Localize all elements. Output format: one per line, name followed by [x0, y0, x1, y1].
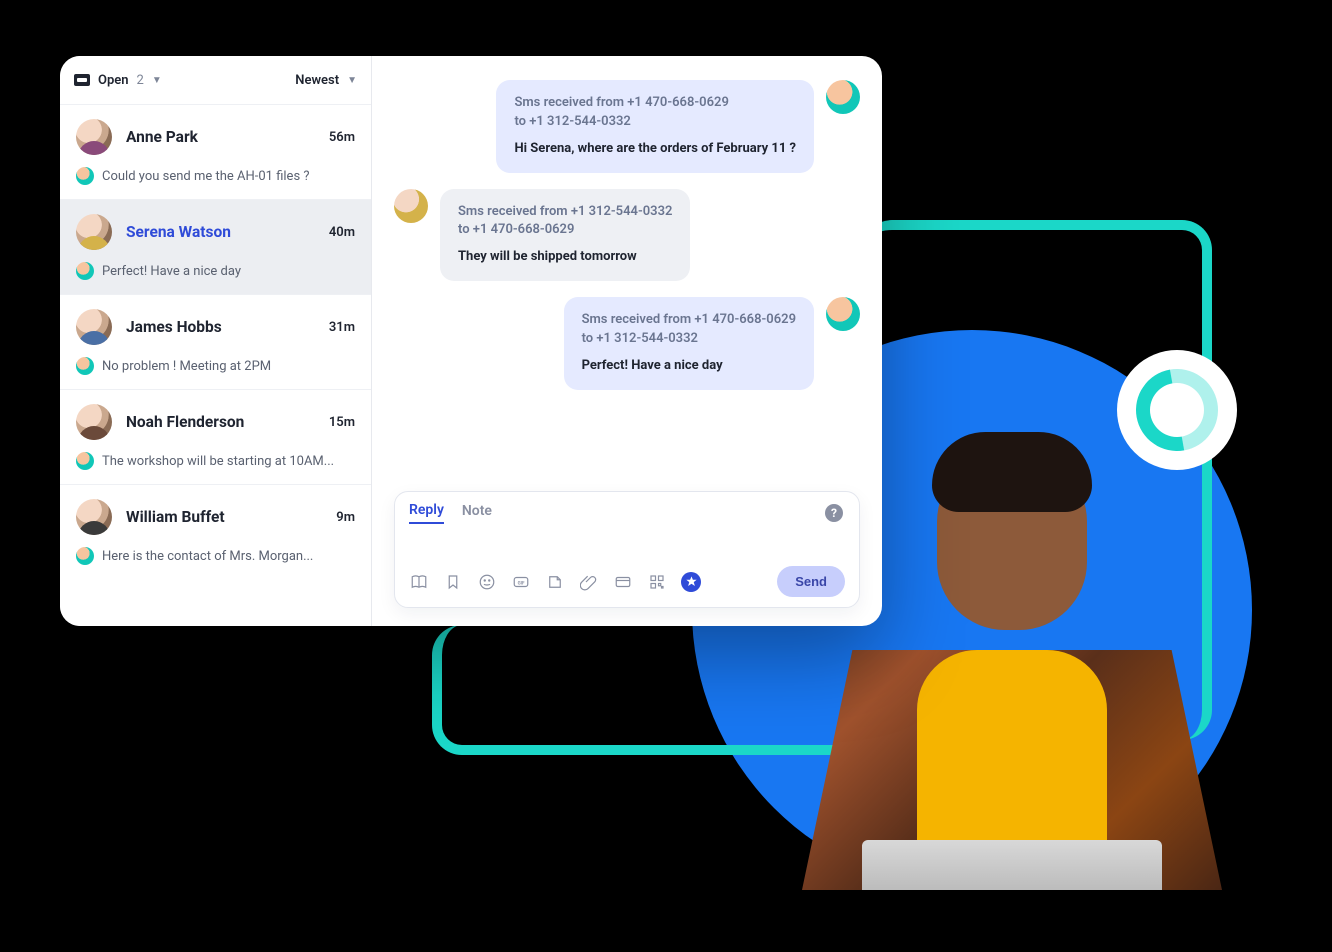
- filter-label: Open: [98, 73, 129, 88]
- conversation-name: James Hobbs: [126, 318, 315, 336]
- conversation-item[interactable]: Noah Flenderson 15m The workshop will be…: [60, 389, 371, 484]
- message-meta: Sms received from +1 470-668-0629 to +1 …: [514, 94, 796, 132]
- bookmark-icon[interactable]: [443, 572, 463, 592]
- message-meta: Sms received from +1 312-544-0332 to +1 …: [458, 203, 672, 241]
- sort-dropdown[interactable]: Newest ▼: [295, 73, 357, 88]
- conversation-item[interactable]: James Hobbs 31m No problem ! Meeting at …: [60, 294, 371, 389]
- tab-note[interactable]: Note: [462, 503, 492, 523]
- composer-toolbar: GIF: [409, 572, 701, 592]
- conversation-preview: Perfect! Have a nice day: [102, 264, 241, 279]
- sticker-icon[interactable]: [545, 572, 565, 592]
- filter-dropdown[interactable]: Open 2 ▼: [74, 73, 162, 88]
- sidebar-header: Open 2 ▼ Newest ▼: [60, 56, 371, 104]
- conversation-item[interactable]: Anne Park 56m Could you send me the AH-0…: [60, 104, 371, 199]
- tab-reply[interactable]: Reply: [409, 502, 444, 524]
- qr-icon[interactable]: [647, 572, 667, 592]
- conversation-time: 15m: [329, 415, 355, 430]
- conversation-time: 9m: [336, 510, 355, 525]
- avatar: [826, 297, 860, 331]
- message-composer: Reply Note ? GIF Send: [394, 491, 860, 608]
- avatar: [826, 80, 860, 114]
- message-row: Sms received from +1 470-668-0629 to +1 …: [394, 80, 860, 173]
- sender-mini-avatar: [76, 452, 94, 470]
- conversation-name: William Buffet: [126, 508, 322, 526]
- chevron-down-icon: ▼: [152, 75, 162, 86]
- avatar: [76, 499, 112, 535]
- sender-mini-avatar: [76, 357, 94, 375]
- conversation-name: Serena Watson: [126, 223, 315, 241]
- book-icon[interactable]: [409, 572, 429, 592]
- message-row: Sms received from +1 312-544-0332 to +1 …: [394, 189, 860, 282]
- avatar: [394, 189, 428, 223]
- sort-label: Newest: [295, 73, 339, 88]
- composer-tabs: Reply Note: [409, 502, 845, 524]
- emoji-icon[interactable]: [477, 572, 497, 592]
- send-button[interactable]: Send: [777, 566, 845, 597]
- sender-mini-avatar: [76, 262, 94, 280]
- help-icon[interactable]: ?: [825, 504, 843, 522]
- conversation-name: Anne Park: [126, 128, 315, 146]
- filter-count: 2: [137, 73, 144, 88]
- conversation-name: Noah Flenderson: [126, 413, 315, 431]
- conversation-time: 56m: [329, 130, 355, 145]
- message-bubble: Sms received from +1 470-668-0629 to +1 …: [496, 80, 814, 173]
- conversation-list: Anne Park 56m Could you send me the AH-0…: [60, 104, 371, 626]
- avatar: [76, 214, 112, 250]
- message-row: Sms received from +1 470-668-0629 to +1 …: [394, 297, 860, 390]
- conversation-preview: The workshop will be starting at 10AM...: [102, 454, 334, 469]
- message-meta: Sms received from +1 470-668-0629 to +1 …: [582, 311, 796, 349]
- message-bubble: Sms received from +1 470-668-0629 to +1 …: [564, 297, 814, 390]
- chevron-down-icon: ▼: [347, 75, 357, 86]
- message-bubble: Sms received from +1 312-544-0332 to +1 …: [440, 189, 690, 282]
- conversation-sidebar: Open 2 ▼ Newest ▼ Anne Park 56m Could yo…: [60, 56, 372, 626]
- star-icon[interactable]: [681, 572, 701, 592]
- chat-pane: Sms received from +1 470-668-0629 to +1 …: [372, 56, 882, 626]
- gif-icon[interactable]: GIF: [511, 572, 531, 592]
- conversation-preview: No problem ! Meeting at 2PM: [102, 359, 271, 374]
- conversation-preview: Could you send me the AH-01 files ?: [102, 169, 310, 184]
- conversation-time: 31m: [329, 320, 355, 335]
- avatar: [76, 309, 112, 345]
- card-icon[interactable]: [613, 572, 633, 592]
- sender-mini-avatar: [76, 547, 94, 565]
- message-text: Perfect! Have a nice day: [582, 357, 796, 376]
- conversation-preview: Here is the contact of Mrs. Morgan...: [102, 549, 313, 564]
- svg-text:GIF: GIF: [518, 580, 525, 586]
- message-text: Hi Serena, where are the orders of Febru…: [514, 140, 796, 159]
- avatar: [76, 119, 112, 155]
- attachment-icon[interactable]: [579, 572, 599, 592]
- message-text: They will be shipped tomorrow: [458, 248, 672, 267]
- inbox-icon: [74, 74, 90, 86]
- conversation-item[interactable]: Serena Watson 40m Perfect! Have a nice d…: [60, 199, 371, 294]
- sender-mini-avatar: [76, 167, 94, 185]
- avatar: [76, 404, 112, 440]
- conversation-item[interactable]: William Buffet 9m Here is the contact of…: [60, 484, 371, 579]
- conversation-time: 40m: [329, 225, 355, 240]
- inbox-app: Open 2 ▼ Newest ▼ Anne Park 56m Could yo…: [60, 56, 882, 626]
